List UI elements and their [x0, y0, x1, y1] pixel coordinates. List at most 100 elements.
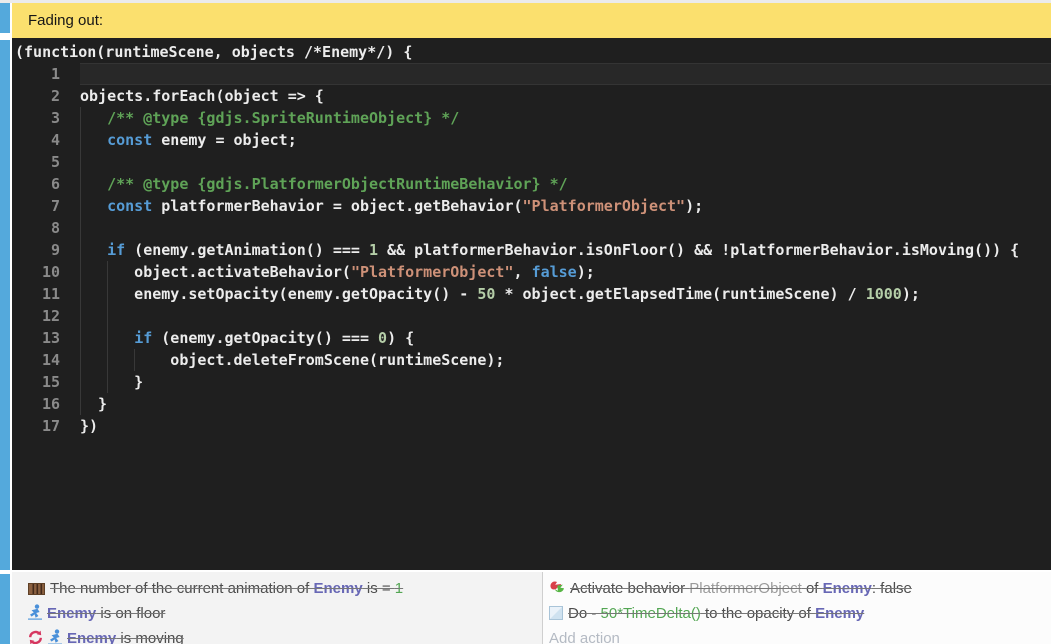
line-number: 17	[12, 415, 60, 437]
code-line[interactable]: 17})	[12, 415, 1051, 437]
action-row[interactable]: Do - 50*TimeDelta() to the opacity of En…	[549, 601, 1051, 626]
code-token: 0	[378, 329, 387, 347]
code-line[interactable]: 4 const enemy = object;	[12, 129, 1051, 151]
line-content: /** @type {gdjs.SpriteRuntimeObject} */	[80, 107, 1051, 129]
code-token: platformerBehavior = object.getBehavior(	[152, 197, 522, 215]
line-number: 3	[12, 107, 60, 129]
code-line[interactable]: 15 }	[12, 371, 1051, 393]
line-number: 12	[12, 305, 60, 327]
code-token: /** @type {gdjs.SpriteRuntimeObject} */	[107, 109, 459, 127]
action-row[interactable]: Add action	[549, 626, 1051, 644]
actions-column: Activate behavior PlatformerObject of En…	[543, 572, 1051, 644]
line-number: 7	[12, 195, 60, 217]
code-token: })	[80, 417, 98, 435]
line-number: 14	[12, 349, 60, 371]
code-line[interactable]: 10 object.activateBehavior("PlatformerOb…	[12, 261, 1051, 283]
line-number: 5	[12, 151, 60, 173]
struck-content: Enemy is on floor	[28, 605, 165, 622]
struck-content: The number of the current animation of E…	[28, 580, 403, 597]
code-wrapper-footer: })(runtimeScene, objects /*Enemy*/); // …	[15, 548, 692, 570]
action-row[interactable]: Activate behavior PlatformerObject of En…	[549, 576, 1051, 601]
code-token	[80, 197, 107, 215]
line-number: 15	[12, 371, 60, 393]
code-line[interactable]: 13 if (enemy.getOpacity() === 0) {	[12, 327, 1051, 349]
value-expression: 50*TimeDelta()	[601, 605, 701, 622]
code-token: }	[80, 395, 107, 413]
struck-content: Enemy is moving	[28, 630, 184, 644]
code-token: if	[134, 329, 152, 347]
platformer-icon	[28, 604, 42, 620]
code-token	[80, 329, 134, 347]
code-line[interactable]: 6 /** @type {gdjs.PlatformerObjectRuntim…	[12, 173, 1051, 195]
code-token	[80, 241, 107, 259]
line-content	[80, 151, 1051, 173]
event-selection-rail	[0, 3, 10, 33]
object-name: Enemy	[823, 580, 872, 597]
line-number: 4	[12, 129, 60, 151]
line-content	[80, 217, 1051, 239]
event-row-panel: The number of the current animation of E…	[12, 572, 1051, 644]
event-text: PlatformerObject	[689, 580, 802, 597]
code-line[interactable]: 3 /** @type {gdjs.SpriteRuntimeObject} *…	[12, 107, 1051, 129]
code-token: );	[902, 285, 920, 303]
code-line[interactable]: 2objects.forEach(object => {	[12, 85, 1051, 107]
code-line[interactable]: 8	[12, 217, 1051, 239]
row-content: Add action	[549, 630, 620, 644]
condition-row[interactable]: Enemy is on floor	[28, 601, 542, 626]
code-token	[80, 175, 107, 193]
code-token: object.activateBehavior(	[80, 263, 351, 281]
code-token: 1	[369, 241, 378, 259]
line-number: 16	[12, 393, 60, 415]
invert-icon	[28, 630, 43, 644]
code-token: "PlatformerObject"	[351, 263, 514, 281]
js-code-editor[interactable]: (function(runtimeScene, objects /*Enemy*…	[12, 38, 1051, 570]
event-group-header[interactable]: Fading out:	[12, 3, 1051, 38]
platformer-icon	[48, 629, 62, 644]
line-content: if (enemy.getAnimation() === 1 && platfo…	[80, 239, 1051, 261]
event-text: to the opacity of	[701, 605, 815, 622]
line-content: /** @type {gdjs.PlatformerObjectRuntimeB…	[80, 173, 1051, 195]
code-token: * object.getElapsedTime(runtimeScene) /	[495, 285, 865, 303]
code-token: enemy = object;	[152, 131, 297, 149]
code-token: ,	[514, 263, 532, 281]
code-token: const	[107, 131, 152, 149]
code-token: "PlatformerObject"	[523, 197, 686, 215]
code-token: && platformerBehavior.isOnFloor() && !pl…	[378, 241, 1019, 259]
line-content: if (enemy.getOpacity() === 0) {	[80, 327, 1051, 349]
code-line-current[interactable]: 1	[12, 63, 1051, 85]
code-line[interactable]: 5	[12, 151, 1051, 173]
event-text: is on floor	[96, 605, 165, 622]
line-number: 9	[12, 239, 60, 261]
line-number: 8	[12, 217, 60, 239]
line-content: const enemy = object;	[80, 129, 1051, 151]
code-line[interactable]: 16 }	[12, 393, 1051, 415]
code-line[interactable]: 7 const platformerBehavior = object.getB…	[12, 195, 1051, 217]
animation-icon	[28, 583, 45, 595]
code-token: enemy.setOpacity(enemy.getOpacity() -	[80, 285, 477, 303]
code-line[interactable]: 9 if (enemy.getAnimation() === 1 && plat…	[12, 239, 1051, 261]
line-content: object.deleteFromScene(runtimeScene);	[80, 349, 1051, 371]
code-token	[80, 109, 107, 127]
object-name: Enemy	[47, 605, 96, 622]
conditions-column: The number of the current animation of E…	[12, 572, 543, 644]
line-number: 10	[12, 261, 60, 283]
line-content	[80, 63, 1051, 85]
code-line[interactable]: 11 enemy.setOpacity(enemy.getOpacity() -…	[12, 283, 1051, 305]
code-line[interactable]: 14 object.deleteFromScene(runtimeScene);	[12, 349, 1051, 371]
code-token: (enemy.getAnimation() ===	[125, 241, 369, 259]
line-number: 6	[12, 173, 60, 195]
line-content	[80, 305, 1051, 327]
code-token: ) {	[387, 329, 414, 347]
event-text: Do -	[568, 605, 601, 622]
code-line[interactable]: 12	[12, 305, 1051, 327]
code-token: false	[532, 263, 577, 281]
condition-row[interactable]: The number of the current animation of E…	[28, 576, 542, 601]
code-lines: 12objects.forEach(object => {3 /** @type…	[12, 63, 1051, 437]
condition-row[interactable]: Enemy is moving	[28, 626, 542, 644]
event-selection-rail	[0, 40, 10, 570]
code-token: object.deleteFromScene(runtimeScene);	[80, 351, 504, 369]
line-number: 11	[12, 283, 60, 305]
code-token: }	[80, 373, 143, 391]
add-action-placeholder[interactable]: Add action	[549, 630, 620, 644]
code-token: 1000	[866, 285, 902, 303]
